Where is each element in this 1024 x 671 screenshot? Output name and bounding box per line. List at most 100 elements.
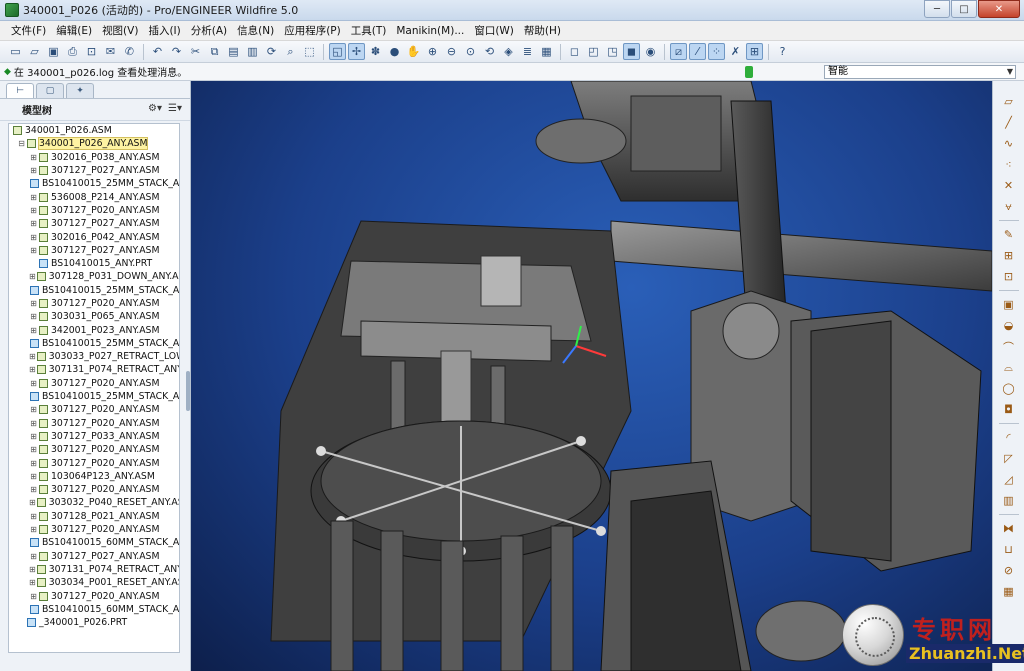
tree-show-icon[interactable]: ☰▾ — [168, 103, 182, 114]
pattern-icon[interactable]: ▦ — [1001, 584, 1017, 600]
tree-item-assembly[interactable]: ⊞ 307127_P020_ANY.ASM — [9, 377, 179, 390]
email-icon[interactable]: ✉ — [102, 43, 119, 60]
minimize-button[interactable]: ─ — [924, 0, 950, 18]
sketch-icon[interactable]: ✎ — [1001, 227, 1017, 243]
expand-icon[interactable]: ⊞ — [29, 246, 38, 255]
expand-icon[interactable]: ⊞ — [29, 459, 38, 468]
appearance-sphere-icon[interactable]: ● — [386, 43, 403, 60]
tab-folder-browser[interactable]: ▢ — [36, 83, 64, 98]
expand-icon[interactable]: ⊞ — [29, 153, 38, 162]
expand-icon[interactable]: ⊞ — [29, 365, 36, 374]
tree-item-assembly[interactable]: ⊞ 307127_P027_ANY.ASM — [9, 164, 179, 177]
undo-icon[interactable]: ↶ — [149, 43, 166, 60]
zoom-fit-icon[interactable]: ⊙ — [462, 43, 479, 60]
tree-item-assembly[interactable]: ⊞ 307127_P020_ANY.ASM — [9, 403, 179, 416]
datum-axes-icon[interactable]: ⁄ — [689, 43, 706, 60]
tree-item-assembly[interactable]: ⊞ 536008_P214_ANY.ASM — [9, 190, 179, 203]
extrude-icon[interactable]: ▣ — [1001, 297, 1017, 313]
tree-item-part[interactable]: _340001_P026.PRT — [9, 616, 179, 629]
expand-icon[interactable]: ⊞ — [29, 233, 38, 242]
view-manager-icon[interactable]: ▦ — [538, 43, 555, 60]
tree-item-assembly[interactable]: ⊞ 307127_P020_ANY.ASM — [9, 297, 179, 310]
analysis-feature-icon[interactable]: ⩝ — [1001, 199, 1017, 215]
expand-icon[interactable]: ⊞ — [29, 352, 36, 361]
graphics-viewport[interactable] — [191, 81, 992, 671]
mirror-icon[interactable]: ⧓ — [1001, 521, 1017, 537]
tree-item-part[interactable]: BS10410015_60MM_STACK_ANY. — [9, 603, 179, 616]
tree-item-assembly[interactable]: ⊞ 307131_P074_RETRACT_ANY.ASM — [9, 363, 179, 376]
pan-hand-icon[interactable]: ✋ — [405, 43, 422, 60]
expand-icon[interactable]: ⊞ — [29, 405, 38, 414]
save-icon[interactable]: ▣ — [45, 43, 62, 60]
selection-filter-select[interactable]: 智能 ▼ — [824, 65, 1016, 79]
select-box-icon[interactable]: ⬚ — [301, 43, 318, 60]
component-create-icon[interactable]: ⊡ — [1001, 269, 1017, 285]
expand-icon[interactable]: ⊞ — [29, 299, 38, 308]
find-icon[interactable]: ⌕ — [282, 43, 299, 60]
datum-axis-icon[interactable]: ╱ — [1001, 115, 1017, 131]
tree-item-assembly[interactable]: ⊞ 307131_P074_RETRACT_ANY.ASM — [9, 563, 179, 576]
expand-icon[interactable]: ⊞ — [29, 206, 38, 215]
no-hidden-icon[interactable]: ◳ — [604, 43, 621, 60]
datum-points-icon[interactable]: ⁘ — [708, 43, 725, 60]
tree-item-assembly[interactable]: ⊞ 303034_P001_RESET_ANY.ASM — [9, 576, 179, 589]
expand-icon[interactable]: ⊞ — [29, 512, 38, 521]
orient-icon[interactable]: ✽ — [367, 43, 384, 60]
expand-icon[interactable]: ⊞ — [29, 445, 38, 454]
reorient-icon[interactable]: ⟲ — [481, 43, 498, 60]
datum-point-icon[interactable]: ⁖ — [1001, 157, 1017, 173]
saved-views-icon[interactable]: ◈ — [500, 43, 517, 60]
datum-planes-icon[interactable]: ⧄ — [670, 43, 687, 60]
regenerate-icon[interactable]: ⟳ — [263, 43, 280, 60]
tree-item-assembly[interactable]: ⊞ 307127_P020_ANY.ASM — [9, 443, 179, 456]
tree-item-assembly[interactable]: ⊞ 307128_P021_ANY.ASM — [9, 510, 179, 523]
tree-root[interactable]: 340001_P026.ASM — [9, 124, 179, 137]
expand-icon[interactable]: ⊞ — [29, 485, 38, 494]
shading-icon[interactable]: ◼ — [623, 43, 640, 60]
tree-item-assembly[interactable]: ⊞ 307127_P033_ANY.ASM — [9, 430, 179, 443]
tree-item-assembly[interactable]: ⊞ 307127_P020_ANY.ASM — [9, 523, 179, 536]
shell-icon[interactable]: ◘ — [1001, 402, 1017, 418]
tree-item-selected[interactable]: ⊟ 340001_P026_ANY.ASM — [9, 137, 179, 151]
merge-icon[interactable]: ⊔ — [1001, 542, 1017, 558]
tree-item-assembly[interactable]: ⊞ 307127_P027_ANY.ASM — [9, 550, 179, 563]
enhanced-realism-icon[interactable]: ◉ — [642, 43, 659, 60]
tab-favorites[interactable]: ✦ — [66, 83, 94, 98]
zoom-out-icon[interactable]: ⊖ — [443, 43, 460, 60]
expand-icon[interactable]: ⊞ — [29, 419, 38, 428]
menu-tools[interactable]: 工具(T) — [346, 23, 392, 38]
expand-icon[interactable]: ⊞ — [29, 219, 38, 228]
expand-icon[interactable]: ⊞ — [29, 578, 36, 587]
layers-icon[interactable]: ≣ — [519, 43, 536, 60]
expand-icon[interactable]: ⊞ — [29, 498, 36, 507]
refit-view-icon[interactable]: ◱ — [329, 43, 346, 60]
paste-icon[interactable]: ▤ — [225, 43, 242, 60]
spin-center-icon[interactable]: ✢ — [348, 43, 365, 60]
revolve-icon[interactable]: ◒ — [1001, 318, 1017, 334]
coordinate-system-icon[interactable]: ✕ — [1001, 178, 1017, 194]
expand-icon[interactable]: ⊞ — [29, 432, 38, 441]
expand-icon[interactable]: ⊞ — [29, 552, 38, 561]
tree-item-assembly[interactable]: ⊞ 303033_P027_RETRACT_LOWER_A — [9, 350, 179, 363]
menu-view[interactable]: 视图(V) — [97, 23, 143, 38]
hole-icon[interactable]: ◯ — [1001, 381, 1017, 397]
expand-icon[interactable]: ⊞ — [29, 193, 38, 202]
round-icon[interactable]: ◜ — [1001, 430, 1017, 446]
menu-window[interactable]: 窗口(W) — [469, 23, 519, 38]
menu-edit[interactable]: 编辑(E) — [51, 23, 97, 38]
tree-item-assembly[interactable]: ⊞ 307127_P020_ANY.ASM — [9, 589, 179, 602]
open-folder-icon[interactable]: ▱ — [26, 43, 43, 60]
tree-item-assembly[interactable]: ⊞ 307127_P020_ANY.ASM — [9, 417, 179, 430]
expand-icon[interactable]: ⊞ — [29, 166, 38, 175]
tab-model-tree[interactable]: ⊢ — [6, 83, 34, 98]
chamfer-icon[interactable]: ◸ — [1001, 451, 1017, 467]
tree-item-assembly[interactable]: ⊞ 307127_P020_ANY.ASM — [9, 204, 179, 217]
tree-item-assembly[interactable]: ⊞ 303032_P040_RESET_ANY.ASM — [9, 496, 179, 509]
tree-item-part[interactable]: BS10410015_25MM_STACK_ANY. — [9, 337, 179, 350]
close-button[interactable]: ✕ — [978, 0, 1020, 18]
expand-icon[interactable]: ⊞ — [29, 312, 38, 321]
trim-icon[interactable]: ⊘ — [1001, 563, 1017, 579]
tree-item-assembly[interactable]: ⊞ 103064P123_ANY.ASM — [9, 470, 179, 483]
datum-plane-icon[interactable]: ▱ — [1001, 94, 1017, 110]
annotations-icon[interactable]: ⊞ — [746, 43, 763, 60]
